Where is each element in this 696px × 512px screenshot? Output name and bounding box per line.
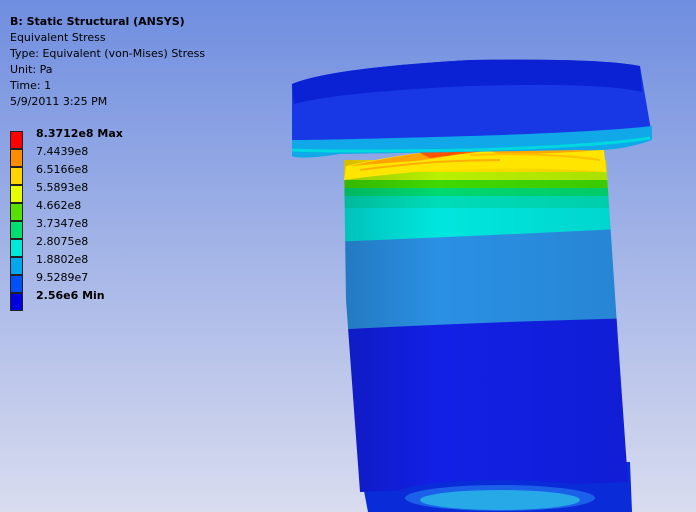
graphics-viewport[interactable]: B: Static Structural (ANSYS) Equivalent … [0, 0, 696, 512]
stress-contour-model[interactable] [0, 0, 696, 512]
top-flange [291, 59, 652, 158]
cylinder-body [344, 160, 628, 492]
